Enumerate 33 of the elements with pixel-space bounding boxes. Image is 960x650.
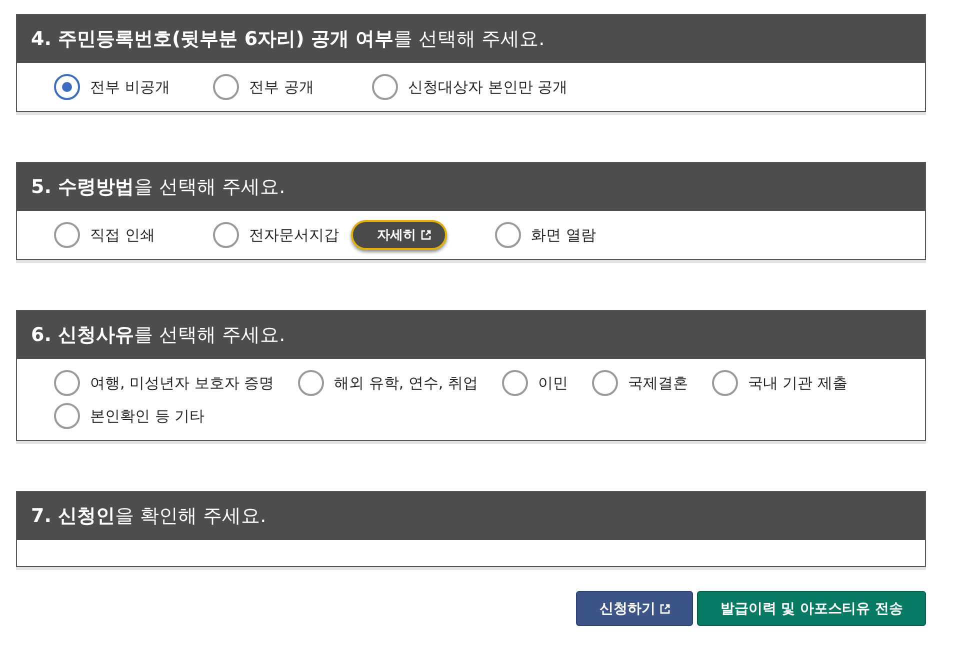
option-label[interactable]: 전부 비공개 bbox=[90, 78, 170, 96]
radio-button[interactable] bbox=[54, 74, 80, 100]
option-label[interactable]: 화면 열람 bbox=[531, 226, 596, 244]
external-link-icon bbox=[660, 604, 670, 614]
radio-button[interactable] bbox=[502, 370, 528, 396]
option-label[interactable]: 전부 공개 bbox=[249, 78, 314, 96]
option-label[interactable]: 해외 유학, 연수, 취업 bbox=[334, 374, 478, 392]
radio-button[interactable] bbox=[495, 222, 521, 248]
radio-button[interactable] bbox=[54, 370, 80, 396]
send-button[interactable]: 발급이력 및 아포스티유 전송 bbox=[697, 591, 926, 626]
section-title: 6. 신청사유를 선택해 주세요. bbox=[31, 323, 286, 348]
option-label[interactable]: 본인확인 등 기타 bbox=[90, 406, 205, 426]
external-link-icon bbox=[421, 230, 431, 240]
option-label[interactable]: 신청대상자 본인만 공개 bbox=[408, 78, 568, 96]
radio-button[interactable] bbox=[213, 74, 239, 100]
section-title: 4. 주민등록번호(뒷부분 6자리) 공개 여부를 선택해 주세요. bbox=[31, 27, 545, 52]
option-label[interactable]: 전자문서지갑 bbox=[249, 226, 339, 244]
radio-button[interactable] bbox=[54, 222, 80, 248]
apply-button[interactable]: 신청하기 bbox=[576, 591, 694, 626]
option-label[interactable]: 국내 기관 제출 bbox=[748, 374, 848, 392]
option-label[interactable]: 직접 인쇄 bbox=[90, 226, 155, 244]
radio-button[interactable] bbox=[712, 370, 738, 396]
radio-button[interactable] bbox=[372, 74, 398, 100]
radio-button[interactable] bbox=[213, 222, 239, 248]
radio-button[interactable] bbox=[298, 370, 324, 396]
option-label[interactable]: 여행, 미성년자 보호자 증명 bbox=[90, 374, 274, 392]
section-title: 5. 수령방법을 선택해 주세요. bbox=[31, 175, 286, 200]
details-button[interactable]: 자세히 bbox=[351, 220, 447, 250]
radio-button[interactable] bbox=[592, 370, 618, 396]
radio-button[interactable] bbox=[54, 403, 80, 429]
section-title: 7. 신청인을 확인해 주세요. bbox=[31, 504, 266, 529]
option-label[interactable]: 이민 bbox=[538, 374, 568, 392]
option-label[interactable]: 국제결혼 bbox=[628, 374, 688, 392]
